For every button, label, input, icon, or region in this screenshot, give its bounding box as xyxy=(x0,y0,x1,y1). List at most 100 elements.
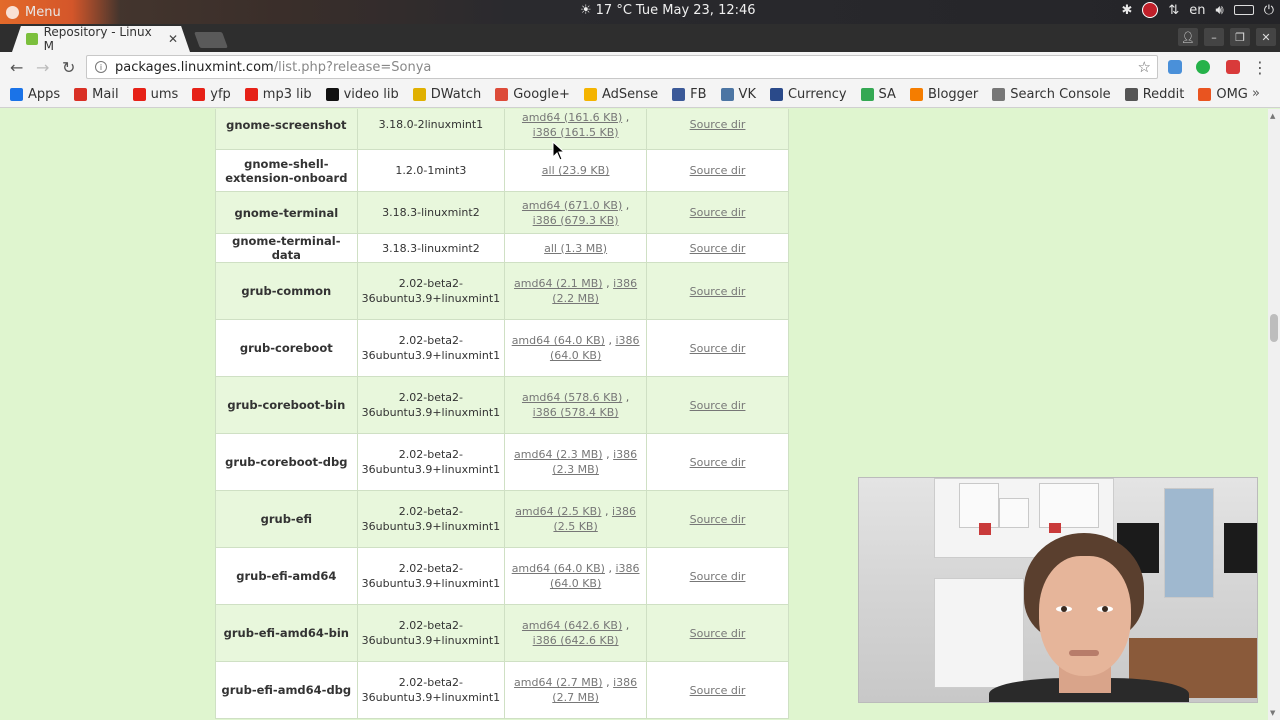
table-row: grub-coreboot 2.02-beta2-36ubuntu3.9+linu… xyxy=(215,319,789,377)
source-dir-cell: Source dir xyxy=(646,149,789,192)
package-files: amd64 (64.0 KB) , i386 (64.0 KB) xyxy=(504,319,648,377)
source-dir-link[interactable]: Source dir xyxy=(690,164,746,177)
package-files: amd64 (671.0 KB) , i386 (679.3 KB) xyxy=(504,191,648,234)
source-dir-cell: Source dir xyxy=(646,547,789,605)
bookmark-vk[interactable]: VK xyxy=(720,87,756,102)
file-separator: , xyxy=(622,110,630,124)
source-dir-link[interactable]: Source dir xyxy=(690,513,746,526)
scroll-down-icon[interactable]: ▼ xyxy=(1270,709,1275,717)
close-window-icon[interactable]: ✕ xyxy=(1256,28,1276,46)
package-files: all (23.9 KB) xyxy=(504,149,648,192)
package-file-link[interactable]: amd64 (2.7 MB) xyxy=(514,676,603,689)
table-row: grub-efi-amd64-bin 2.02-beta2-36ubuntu3.9… xyxy=(215,604,789,662)
battery-icon[interactable] xyxy=(1233,5,1254,15)
source-dir-link[interactable]: Source dir xyxy=(690,570,746,583)
source-dir-link[interactable]: Source dir xyxy=(690,242,746,255)
bookmark-video-lib[interactable]: video lib xyxy=(325,87,399,102)
file-separator: , xyxy=(602,448,614,461)
bookmark-mail[interactable]: Mail xyxy=(74,87,119,102)
forward-arrow-icon[interactable]: → xyxy=(36,58,49,77)
back-arrow-icon[interactable]: ← xyxy=(10,58,23,77)
bookmark-mp3-lib[interactable]: mp3 lib xyxy=(244,87,312,102)
package-file-link[interactable]: i386 (679.3 KB) xyxy=(533,214,619,227)
scroll-up-icon[interactable]: ▲ xyxy=(1270,112,1275,120)
package-file-link[interactable]: amd64 (2.3 MB) xyxy=(514,448,603,461)
page-info-icon[interactable]: i xyxy=(95,61,107,73)
browser-tab[interactable]: Repository - Linux M ✕ xyxy=(12,26,190,52)
bookmark-label: Currency xyxy=(787,87,847,102)
package-file-link[interactable]: amd64 (671.0 KB) xyxy=(522,199,622,212)
tab-close-icon[interactable]: ✕ xyxy=(168,32,178,46)
bookmark-favicon-icon xyxy=(1124,88,1138,101)
package-file-link[interactable]: amd64 (64.0 KB) xyxy=(512,562,605,575)
bookmarks-overflow-icon[interactable]: » xyxy=(1252,86,1260,101)
extension-chat-icon[interactable] xyxy=(1196,60,1210,74)
source-dir-link[interactable]: Source dir xyxy=(690,456,746,469)
source-dir-link[interactable]: Source dir xyxy=(690,206,746,219)
bookmark-favicon-icon xyxy=(583,88,597,101)
package-file-link[interactable]: i386 (642.6 KB) xyxy=(533,634,619,647)
source-dir-link[interactable]: Source dir xyxy=(690,342,746,355)
source-dir-link[interactable]: Source dir xyxy=(690,285,746,298)
bookmark-yfp[interactable]: yfp xyxy=(192,87,231,102)
bookmark-sa[interactable]: SA xyxy=(860,87,896,102)
power-icon[interactable]: ⏻ xyxy=(1264,3,1274,18)
file-separator: , xyxy=(604,334,616,347)
page-scrollbar[interactable]: ▲ ▼ xyxy=(1268,109,1280,720)
reload-icon[interactable]: ↻ xyxy=(62,58,75,77)
browser-menu-icon[interactable]: ⋮ xyxy=(1252,58,1268,77)
file-separator: , xyxy=(604,562,616,575)
address-bar[interactable]: i packages.linuxmint.com/list.php?releas… xyxy=(86,55,1158,79)
package-file-link[interactable]: all (1.3 MB) xyxy=(544,242,607,255)
package-file-link[interactable]: amd64 (2.1 MB) xyxy=(514,277,603,290)
source-dir-cell: Source dir xyxy=(646,376,789,434)
bookmark-label: yfp xyxy=(210,87,231,102)
keyboard-lang[interactable]: en xyxy=(1189,3,1205,18)
source-dir-link[interactable]: Source dir xyxy=(690,399,746,412)
bookmark-currency[interactable]: Currency xyxy=(769,87,847,102)
table-row: grub-coreboot-bin 2.02-beta2-36ubuntu3.9+… xyxy=(215,376,789,434)
package-file-link[interactable]: amd64 (578.6 KB) xyxy=(522,391,622,404)
bookmark-label: AdSense xyxy=(601,87,659,102)
profile-icon[interactable]: 👤︎ xyxy=(1178,28,1198,46)
package-file-link[interactable]: all (23.9 KB) xyxy=(542,164,610,177)
package-version: 2.02-beta2-36ubuntu3.9+linuxmint1 xyxy=(356,661,506,719)
extension-adblock-icon[interactable] xyxy=(1226,60,1240,74)
bookmark-favicon-icon xyxy=(192,88,206,101)
os-menu-button[interactable]: Menu xyxy=(0,0,120,24)
source-dir-link[interactable]: Source dir xyxy=(690,627,746,640)
bookmark-ums[interactable]: ums xyxy=(132,87,179,102)
record-icon[interactable] xyxy=(1142,2,1159,18)
package-file-link[interactable]: i386 (161.5 KB) xyxy=(533,126,619,139)
network-icon[interactable]: ⇅ xyxy=(1168,3,1179,18)
bookmark-google-[interactable]: Google+ xyxy=(495,87,570,102)
bookmark-search-console[interactable]: Search Console xyxy=(992,87,1111,102)
source-dir-link[interactable]: Source dir xyxy=(690,684,746,697)
package-files: amd64 (642.6 KB) , i386 (642.6 KB) xyxy=(504,604,648,662)
new-tab-button[interactable] xyxy=(194,32,228,48)
bookmark-adsense[interactable]: AdSense xyxy=(583,87,659,102)
source-dir-link[interactable]: Source dir xyxy=(690,118,746,131)
restore-icon[interactable]: ❐ xyxy=(1230,28,1250,46)
bookmark-star-icon[interactable]: ☆ xyxy=(1138,58,1151,76)
bluetooth-icon[interactable]: ✱ xyxy=(1121,3,1132,18)
bookmark-apps[interactable]: Apps xyxy=(10,87,60,102)
bookmark-omg[interactable]: OMG xyxy=(1198,87,1248,102)
package-file-link[interactable]: i386 (578.4 KB) xyxy=(533,406,619,419)
bookmark-label: ums xyxy=(150,87,179,102)
bookmark-blogger[interactable]: Blogger xyxy=(909,87,978,102)
extension-translate-icon[interactable] xyxy=(1168,60,1182,74)
package-file-link[interactable]: amd64 (161.6 KB) xyxy=(522,111,622,124)
scrollbar-thumb[interactable] xyxy=(1270,314,1278,342)
package-file-link[interactable]: amd64 (642.6 KB) xyxy=(522,619,622,632)
bookmark-reddit[interactable]: Reddit xyxy=(1124,87,1184,102)
bookmark-dwatch[interactable]: DWatch xyxy=(412,87,481,102)
bookmark-fb[interactable]: FB xyxy=(672,87,707,102)
package-version: 3.18.3-linuxmint2 xyxy=(356,233,506,263)
package-file-link[interactable]: amd64 (2.5 KB) xyxy=(515,505,601,518)
os-clock[interactable]: ☀ 17 °C Tue May 23, 12:46 xyxy=(580,3,756,18)
os-tray: ✱ ⇅ en 🔊︎ ⏻ xyxy=(1121,2,1274,18)
package-file-link[interactable]: amd64 (64.0 KB) xyxy=(512,334,605,347)
minimize-icon[interactable]: – xyxy=(1204,28,1224,46)
volume-icon[interactable]: 🔊︎ xyxy=(1216,3,1224,18)
